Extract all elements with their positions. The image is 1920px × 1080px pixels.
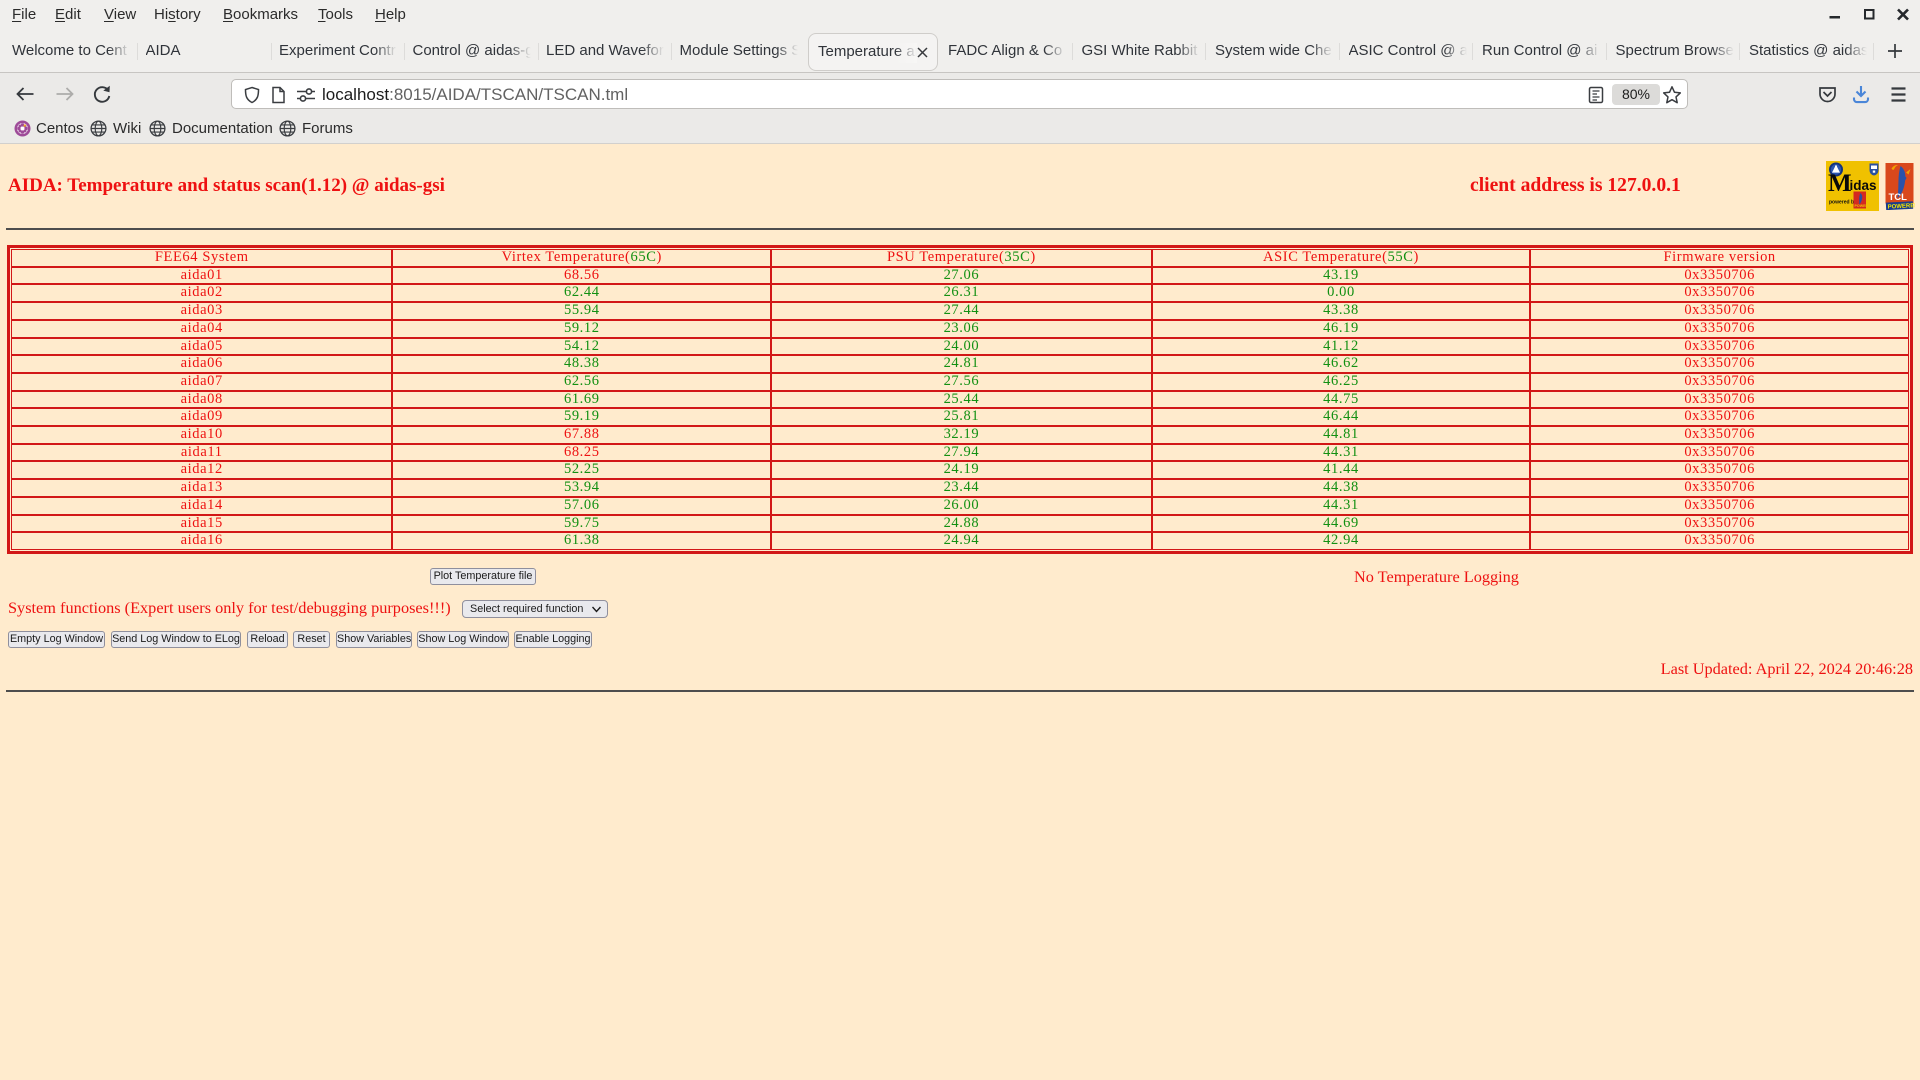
svg-text:TCL: TCL [1889, 192, 1908, 203]
svg-text:idas: idas [1850, 178, 1877, 193]
svg-text:POWERED: POWERED [1888, 203, 1915, 210]
svg-text:POWERED: POWERED [1855, 204, 1874, 208]
svg-text:powered by: powered by [1829, 200, 1857, 206]
svg-text:M: M [1828, 170, 1852, 197]
